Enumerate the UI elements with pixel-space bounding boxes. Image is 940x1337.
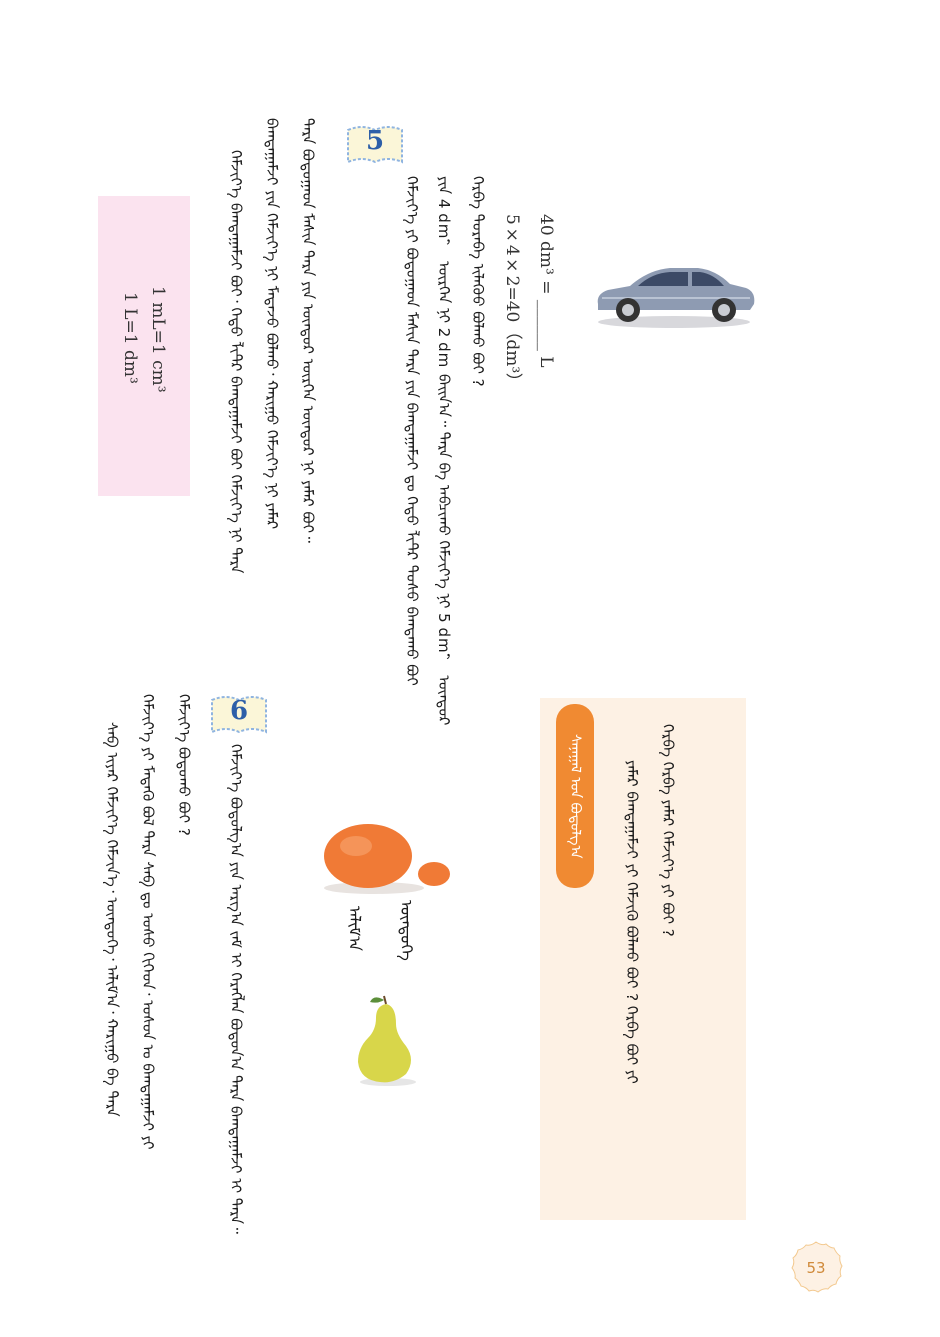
problem5-line-1: ᠬᠡᠷᠪᠡ ᠳᠤᠷᠠᠪᠠ ᠢᠯᠡᠭᠦᠦ ᠪᠣᠯᠬᠤ ᠪᠤᠢ ?	[469, 176, 487, 387]
pear-illustration	[350, 994, 422, 1088]
egg-illustration	[318, 818, 458, 898]
problem6-line-2: ᠬᠡᠮᠵᠢᠶ᠎ᠡ ᠪᠣᠳᠤᠬᠤ ᠪᠤᠢ ?	[175, 694, 193, 836]
page-number-badge: 53	[786, 1238, 846, 1298]
formula-conversion: 40 dm³ = ______ L	[536, 214, 556, 368]
egg-label: ᠥᠨᠳᠦᠭᠡ	[397, 900, 416, 961]
problem6-line-4: ᠰᠠᠪ ᠢᠶᠠᠷ ᠬᠡᠮᠵᠢᠶ᠎ᠡ ᠬᠡᠮᠵᠢᠨ᠎ᠡ᠂ ᠥᠨᠳᠦᠭᠡ᠂ ᠠᠯᠢᠮ…	[103, 722, 121, 1117]
problem5-line-4: ᠲᠡᠷᠡ ᠪᠤᠳᠤᠭᠠᠳ ᠮᠠᠰᠢᠨ ᠲᠡᠷᠡ ᠶᠢᠨ ᠥᠨᠳᠦᠷ ᠥᠷᠭᠡᠨ …	[299, 118, 317, 543]
problem5-badge: 5	[344, 122, 406, 166]
problem5-number: 5	[365, 126, 385, 156]
problem5-line-2: ᠶᠢᠨ 4 dm， ᠥᠷᠭᠡᠨ ᠨᠢ 2 dm ᠪᠠᠢᠨ᠎ᠠ᠃ ᠲᠡᠷᠡ ᠪᠡ …	[435, 176, 453, 726]
think-box-tag: ᠰᠠᠨᠠᠭᠠᠯ ᠤᠨ ᠪᠣᠳᠤᠯᠭ᠎ᠠ	[556, 704, 594, 888]
problem6-line-3: ᠬᠡᠮᠵᠢᠶ᠎ᠡ ᠶᠢ ᠮᠡᠳᠡᠬᠦ ᠪᠣᠯ ᠲᠡᠷᠡ ᠰᠠᠪ ᠳᠤ ᠤᠰᠤ ᠬ…	[139, 694, 157, 1150]
problem5-line-3: ᠬᠡᠮᠵᠢᠶ᠎ᠡ ᠶᠢ ᠪᠤᠳᠤᠭᠠᠳ ᠮᠠᠰᠢᠨ ᠲᠡᠷᠡ ᠶᠢᠨ ᠪᠠᠭᠲᠠ…	[403, 176, 421, 686]
unit-note-line-2: 1 L=1 dm³	[120, 292, 140, 384]
pear-icon	[358, 995, 416, 1086]
page-number: 53	[806, 1259, 826, 1277]
formula-volume: 5×4×2=40（dm³）	[502, 214, 522, 391]
problem6-number: 6	[229, 696, 249, 726]
problem5-line-6: ᠬᠡᠮᠵᠢᠶ᠎ᠡ ᠪᠠᠭᠲᠠᠭᠠᠮᠵᠢ ᠪᠤᠢ᠂ ᠬᠡᠳᠦ ᠯᠢᠲ᠋ᠷ ᠪᠠᠭᠲ…	[227, 150, 245, 574]
car-illustration	[590, 258, 758, 330]
egg-icon	[324, 824, 450, 894]
think-box-line-2: ᠶᠠᠮᠠᠷ ᠪᠠᠭᠲᠠᠭᠠᠮᠵᠢ ᠶᠢ ᠬᠡᠮᠵᠢᠬᠦ ᠪᠣᠯᠬᠤ ᠪᠤᠢ ? …	[623, 760, 641, 1084]
think-box-line-1: ᠬᠡᠷᠪᠡ ᠬᠡᠷᠪᠡ ᠶᠠᠮᠠᠷ ᠬᠡᠮᠵᠢᠶ᠎ᠡ ᠶᠢ ᠪᠤᠢ ?	[659, 724, 677, 937]
unit-note-line-1: 1 mL=1 cm³	[148, 286, 168, 393]
car-icon	[597, 268, 755, 328]
unit-note-box	[98, 196, 190, 496]
problem6-badge: 6	[208, 692, 270, 736]
problem6-line-1: ᠬᠡᠮᠵᠢᠶ᠎ᠡ ᠪᠣᠳᠤᠯᠭ᠎ᠠ ᠶᠢᠨ ᠠᠷᠭ᠎ᠠ ᠵᠠᠮ ᠢ ᠬᠡᠷᠡᠭᠯ…	[227, 744, 245, 1234]
problem5-line-5: ᠪᠠᠭᠲᠠᠭᠠᠮᠵᠢ ᠶᠢᠨ ᠬᠡᠮᠵᠢᠶ᠎ᠡ ᠨᠢ ᠮᠡᠳᠡᠵᠦ ᠪᠣᠯᠬᠤ᠂…	[263, 118, 281, 530]
pear-label: ᠠᠯᠢᠮ᠎ᠠ	[345, 906, 364, 952]
